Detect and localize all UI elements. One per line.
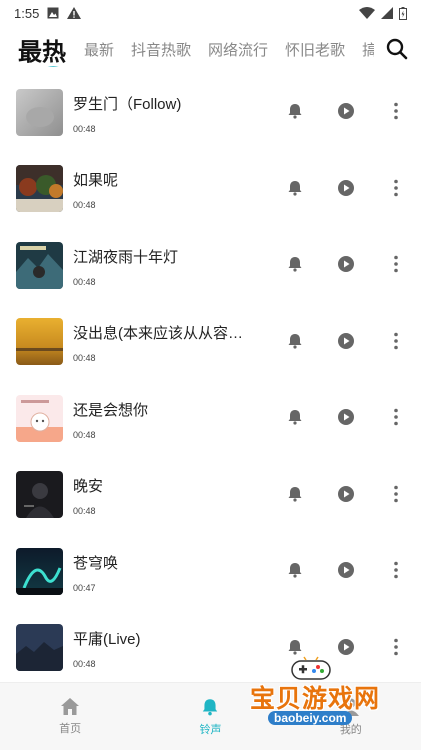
set-ringtone-bell-icon[interactable] bbox=[286, 255, 304, 273]
song-title: 如果呢 bbox=[73, 172, 119, 190]
more-options-icon[interactable] bbox=[390, 332, 402, 350]
song-row[interactable]: 晚安 00:48 bbox=[0, 457, 421, 534]
play-icon[interactable] bbox=[337, 102, 355, 120]
song-title: 苍穹唤 bbox=[73, 554, 119, 572]
battery-icon bbox=[399, 6, 407, 20]
nav-home[interactable]: 首页 bbox=[0, 683, 140, 750]
song-duration: 00:48 bbox=[73, 506, 96, 517]
song-cover bbox=[16, 394, 63, 442]
set-ringtone-bell-icon[interactable] bbox=[286, 332, 304, 350]
song-duration: 00:48 bbox=[73, 659, 96, 670]
watermark-text: 宝贝游戏网 bbox=[250, 685, 381, 713]
song-title: 罗生门（Follow) bbox=[73, 95, 182, 113]
tab-label: 最热 bbox=[18, 38, 66, 66]
tab-label: 网络流行 bbox=[208, 41, 269, 59]
more-options-icon[interactable] bbox=[390, 485, 402, 503]
song-cover bbox=[16, 165, 63, 213]
set-ringtone-bell-icon[interactable] bbox=[286, 485, 304, 503]
play-icon[interactable] bbox=[337, 179, 355, 197]
song-title: 江湖夜雨十年灯 bbox=[73, 248, 179, 266]
song-row[interactable]: 还是会想你 00:48 bbox=[0, 380, 421, 457]
gallery-notification-icon bbox=[47, 7, 59, 19]
set-ringtone-bell-icon[interactable] bbox=[286, 179, 304, 197]
category-tabs: 最热 最新 抖音热歌 网络流行 怀旧老歌 搞笑 bbox=[0, 26, 421, 72]
tab-label: 最新 bbox=[84, 41, 115, 59]
nav-label: 首页 bbox=[59, 723, 82, 735]
tab-newest[interactable]: 最新 bbox=[84, 39, 114, 60]
more-options-icon[interactable] bbox=[390, 102, 402, 120]
tab-douyin-hits[interactable]: 抖音热歌 bbox=[131, 39, 191, 60]
play-icon[interactable] bbox=[337, 561, 355, 579]
play-icon[interactable] bbox=[337, 255, 355, 273]
song-row[interactable]: 罗生门（Follow) 00:48 bbox=[0, 74, 421, 151]
signal-icon bbox=[381, 7, 393, 19]
tab-label: 怀旧老歌 bbox=[285, 41, 346, 59]
song-title: 平庸(Live) bbox=[73, 631, 141, 649]
wifi-icon bbox=[359, 7, 375, 19]
song-duration: 00:48 bbox=[73, 123, 96, 134]
more-options-icon[interactable] bbox=[390, 638, 402, 656]
more-options-icon[interactable] bbox=[390, 408, 402, 426]
tab-label: 搞笑 bbox=[362, 41, 374, 59]
set-ringtone-bell-icon[interactable] bbox=[286, 408, 304, 426]
song-duration: 00:47 bbox=[73, 582, 96, 593]
tab-label: 抖音热歌 bbox=[131, 41, 192, 59]
nav-label: 铃声 bbox=[199, 723, 222, 736]
song-cover bbox=[16, 241, 63, 289]
song-title: 没出息(本来应该从从容容... bbox=[73, 325, 255, 343]
home-icon bbox=[61, 698, 80, 715]
song-row[interactable]: 没出息(本来应该从从容容... 00:48 bbox=[0, 304, 421, 381]
set-ringtone-bell-icon[interactable] bbox=[286, 561, 304, 579]
warning-icon bbox=[67, 7, 82, 19]
tab-funny[interactable]: 搞笑 bbox=[362, 39, 374, 60]
song-title: 还是会想你 bbox=[73, 401, 149, 419]
status-time: 1:55 bbox=[14, 5, 40, 21]
ringtone-list: 罗生门（Follow) 00:48 如果呢 00:48 江湖夜雨十年灯 00:4… bbox=[0, 74, 421, 686]
play-icon[interactable] bbox=[337, 485, 355, 503]
song-cover bbox=[16, 624, 63, 672]
more-options-icon[interactable] bbox=[390, 255, 402, 273]
song-cover bbox=[16, 318, 63, 366]
set-ringtone-bell-icon[interactable] bbox=[286, 102, 304, 120]
more-options-icon[interactable] bbox=[390, 561, 402, 579]
tab-internet-popular[interactable]: 网络流行 bbox=[208, 39, 268, 60]
song-cover bbox=[16, 88, 63, 136]
song-row[interactable]: 如果呢 00:48 bbox=[0, 151, 421, 228]
song-duration: 00:48 bbox=[73, 429, 96, 440]
song-title: 晚安 bbox=[73, 478, 104, 496]
search-icon[interactable] bbox=[386, 38, 408, 60]
active-tab-indicator bbox=[47, 65, 59, 67]
song-row[interactable]: 苍穹唤 00:47 bbox=[0, 533, 421, 610]
more-options-icon[interactable] bbox=[390, 179, 402, 197]
watermark-url: baobeiy.com bbox=[268, 711, 353, 725]
bell-icon bbox=[203, 698, 218, 715]
song-cover bbox=[16, 547, 63, 595]
set-ringtone-bell-icon[interactable] bbox=[286, 638, 304, 656]
song-duration: 00:48 bbox=[73, 353, 96, 364]
play-icon[interactable] bbox=[337, 408, 355, 426]
watermark-overlay: 宝贝游戏网 baobeiy.com bbox=[242, 655, 392, 733]
category-tabs-scroller[interactable]: 最热 最新 抖音热歌 网络流行 怀旧老歌 搞笑 bbox=[18, 32, 374, 67]
status-bar: 1:55 bbox=[0, 0, 421, 26]
tab-nostalgic[interactable]: 怀旧老歌 bbox=[285, 39, 345, 60]
song-duration: 00:48 bbox=[73, 200, 96, 211]
song-cover bbox=[16, 471, 63, 519]
play-icon[interactable] bbox=[337, 638, 355, 656]
tab-hottest[interactable]: 最热 bbox=[18, 32, 66, 67]
song-row[interactable]: 江湖夜雨十年灯 00:48 bbox=[0, 227, 421, 304]
song-duration: 00:48 bbox=[73, 276, 96, 287]
play-icon[interactable] bbox=[337, 332, 355, 350]
